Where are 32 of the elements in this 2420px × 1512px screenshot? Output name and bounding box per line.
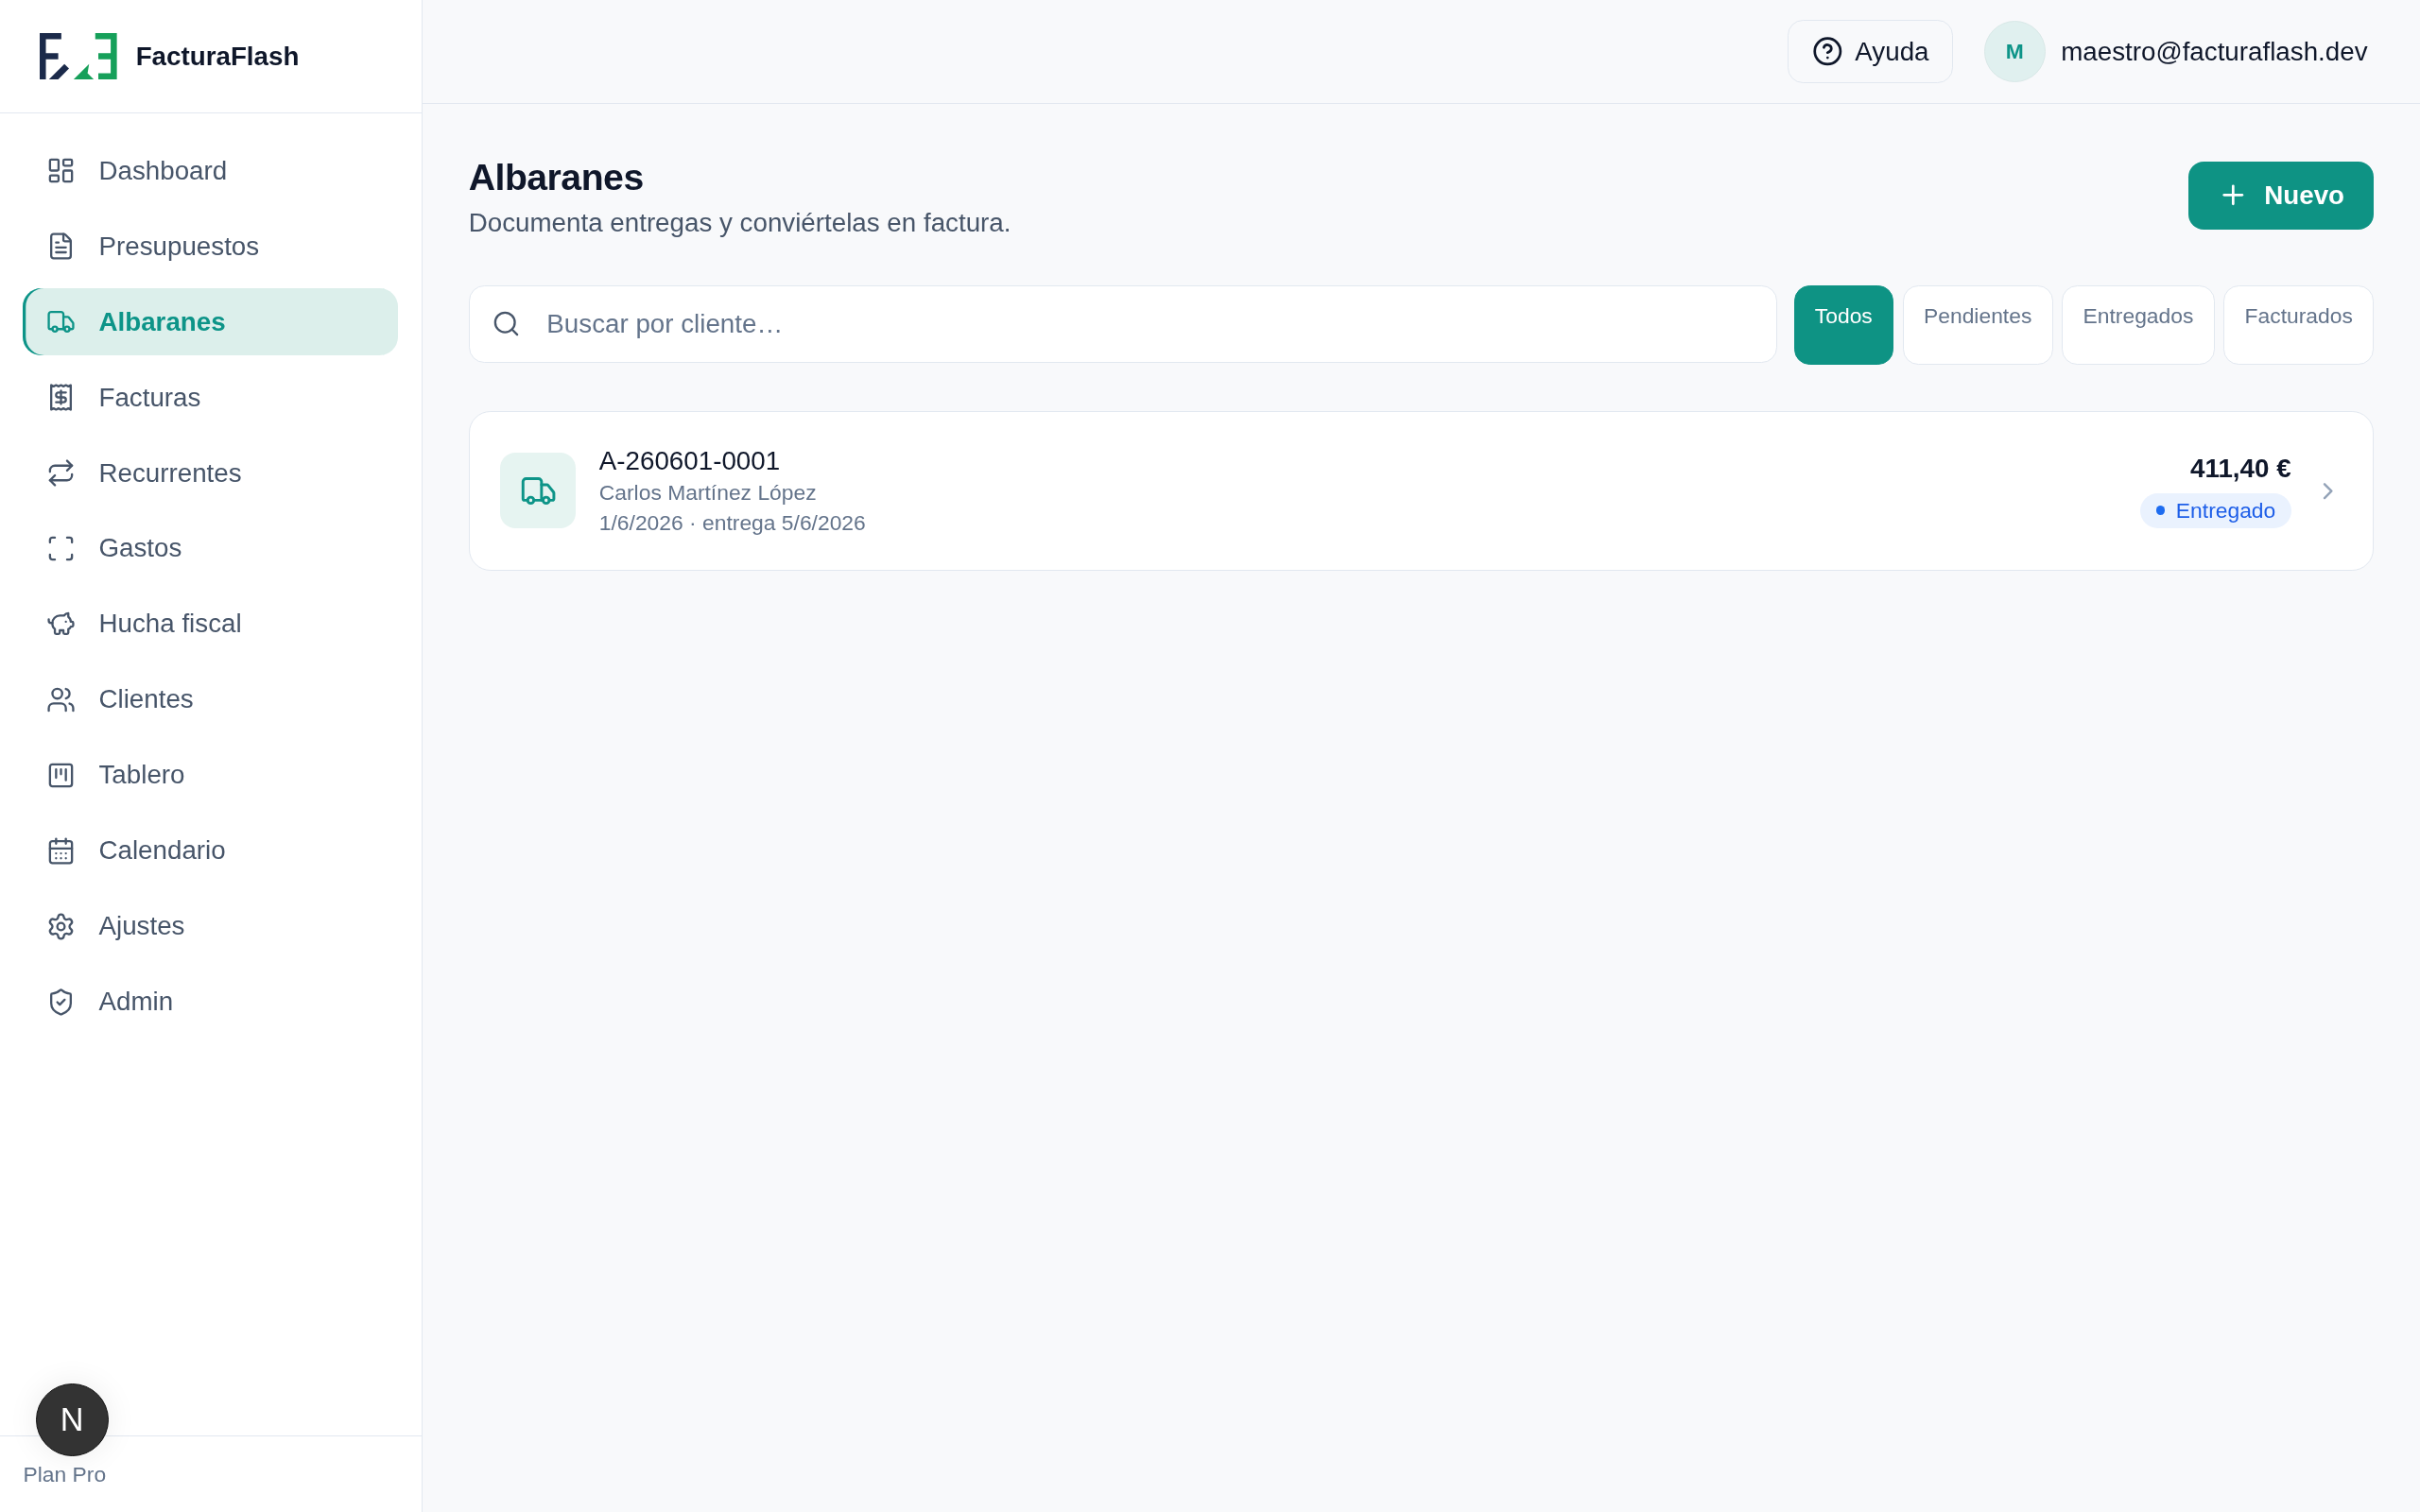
sidebar-item[interactable]: Presupuestos <box>23 212 399 281</box>
filter-tab[interactable]: Pendientes <box>1902 285 2053 365</box>
search-field[interactable]: Buscar por cliente… <box>468 285 1777 363</box>
filter-tab[interactable]: Facturados <box>2223 285 2375 365</box>
new-button[interactable]: Nuevo <box>2188 161 2375 230</box>
page-title: Albaranes <box>468 156 645 198</box>
sidebar-item[interactable]: Facturas <box>23 363 399 432</box>
help-icon <box>1811 36 1843 67</box>
dev-tools-badge[interactable]: N <box>35 1383 109 1457</box>
sidebar-item[interactable]: Dashboard <box>23 136 399 205</box>
sidebar-item[interactable]: Gastos <box>23 514 399 583</box>
delivery-note-card[interactable]: A-260601-0001 Carlos Martínez López 1/6/2026 · entrega 5/6/2026 411,40 € Entregado <box>468 410 2375 572</box>
sidebar-item[interactable]: Recurrentes <box>23 438 399 507</box>
sidebar-item[interactable]: Hucha fiscal <box>23 590 399 659</box>
plan-label: Plan Pro <box>23 1461 107 1487</box>
help-button[interactable]: Ayuda <box>1788 20 1953 84</box>
sidebar-item[interactable]: Clientes <box>23 665 399 734</box>
note-dates: 1/6/2026 · entrega 5/6/2026 <box>598 510 867 537</box>
status-badge: Entregado <box>2140 492 2291 528</box>
logo-icon <box>40 33 118 80</box>
page-subtitle: Documenta entregas y conviértelas en factura. <box>468 207 1011 238</box>
note-number: A-260601-0001 <box>598 445 782 476</box>
sidebar-item[interactable]: Ajustes <box>23 892 399 961</box>
note-amount: 411,40 € <box>2190 454 2291 485</box>
client-name: Carlos Martínez López <box>598 480 818 507</box>
sidebar-item[interactable]: Tablero <box>23 741 399 810</box>
filter-tab[interactable]: Entregados <box>2062 285 2215 365</box>
filter-tab[interactable]: Todos <box>1793 285 1893 365</box>
sidebar-item[interactable]: Admin <box>23 968 399 1037</box>
sidebar-item[interactable]: Calendario <box>23 816 399 885</box>
user-email: maestro@facturaflash.dev <box>2061 36 2368 67</box>
brand-name: FacturaFlash <box>135 41 300 72</box>
